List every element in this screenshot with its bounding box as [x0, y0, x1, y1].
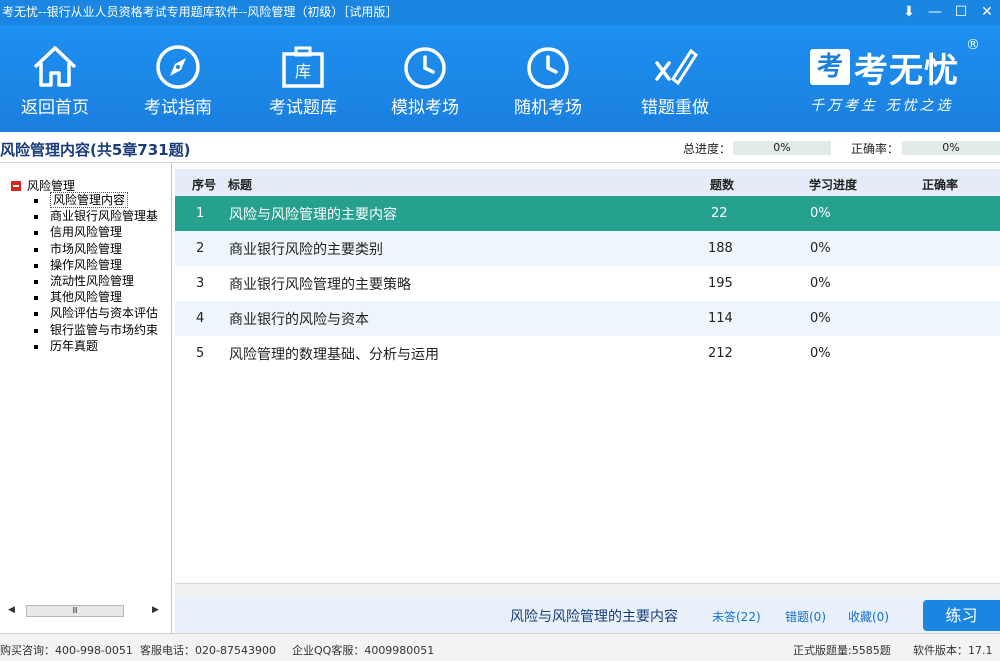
- software-version: 软件版本：17.1: [913, 644, 993, 657]
- mock-exam-button[interactable]: 模拟考场: [370, 25, 480, 132]
- header-progress: 学习进度: [809, 178, 858, 192]
- accuracy-label: 正确率：: [851, 142, 900, 156]
- tree-item[interactable]: 操作风险管理: [34, 257, 158, 273]
- tree-item[interactable]: 商业银行风险管理基: [34, 208, 158, 224]
- table-header: 序号 标题 题数 学习进度 正确率: [175, 169, 1000, 197]
- table-row[interactable]: 2 商业银行风险的主要类别 188 0%: [175, 231, 1000, 266]
- error-redo-button[interactable]: 错题重做: [620, 25, 730, 132]
- question-bank-button[interactable]: 库 考试题库: [248, 25, 358, 132]
- wrong-questions-link[interactable]: 错题(0): [785, 608, 826, 625]
- tree-item-list: 风险管理内容 商业银行风险管理基 信用风险管理 市场风险管理 操作风险管理 流动…: [34, 192, 158, 354]
- brand-logo: 考 考无忧 ® 千万考生 无忧之选: [806, 35, 996, 127]
- tree-item[interactable]: 流动性风险管理: [34, 273, 158, 289]
- question-bank-label: 考试题库: [269, 98, 337, 118]
- table-row[interactable]: 4 商业银行的风险与资本 114 0%: [175, 301, 1000, 336]
- main-toolbar: 返回首页 考试指南 库 考试题库 模拟考场 随机考场 错题重做 考 考无忧 ® …: [0, 25, 1000, 132]
- exam-guide-label: 考试指南: [144, 98, 212, 118]
- total-question-count: 正式版题量:5585题: [793, 644, 891, 657]
- total-progress-bar: 0%: [733, 141, 831, 155]
- home-icon: [33, 46, 77, 87]
- registered-mark: ®: [966, 37, 980, 53]
- home-button[interactable]: 返回首页: [0, 25, 110, 132]
- tree-item[interactable]: 历年真题: [34, 338, 158, 354]
- total-progress-label: 总进度：: [683, 142, 732, 156]
- compass-icon: [156, 45, 200, 89]
- tree-item[interactable]: 市场风险管理: [34, 241, 158, 257]
- close-icon[interactable]: ✕: [974, 0, 1000, 25]
- logo-slogan: 千万考生 无忧之选: [810, 98, 954, 114]
- svg-text:库: 库: [295, 62, 311, 81]
- window-controls: ⬇ — ☐ ✕: [896, 0, 1000, 25]
- header-title: 标题: [228, 178, 253, 192]
- tree-item[interactable]: 风险评估与资本评估: [34, 305, 158, 321]
- logo-mark: 考: [810, 49, 850, 85]
- tree-item[interactable]: 银行监管与市场约束: [34, 322, 158, 338]
- current-section-title: 风险与风险管理的主要内容: [510, 609, 678, 625]
- exam-guide-button[interactable]: 考试指南: [123, 25, 233, 132]
- qq-service: 企业QQ客服：4009980051: [292, 644, 435, 657]
- random-exam-button[interactable]: 随机考场: [493, 25, 603, 132]
- minimize-icon[interactable]: —: [922, 0, 948, 25]
- purchase-hotline: 购买咨询：400-998-0051: [0, 644, 133, 657]
- practice-button[interactable]: 练习: [923, 600, 1000, 631]
- scroll-right-icon[interactable]: ▶: [152, 605, 159, 615]
- table-row[interactable]: 3 商业银行风险管理的主要策略 195 0%: [175, 266, 1000, 301]
- window-title: 考无忧--银行从业人员资格考试专用题库软件--风险管理（初级）［试用版］: [2, 5, 398, 19]
- status-bar: 购买咨询：400-998-0051 客服电话：020-87543900 企业QQ…: [0, 633, 1000, 661]
- unanswered-link[interactable]: 未答(22): [712, 608, 761, 625]
- title-bar: 考无忧--银行从业人员资格考试专用题库软件--风险管理（初级）［试用版］ ⬇ —…: [0, 0, 1000, 25]
- service-phone: 客服电话：020-87543900: [140, 644, 276, 657]
- scroll-thumb[interactable]: Ⅲ: [26, 605, 124, 617]
- tree-item[interactable]: 其他风险管理: [34, 289, 158, 305]
- info-bar: 风险管理内容(共5章731题) 总进度： 0% 正确率： 0%: [0, 132, 1000, 163]
- chapter-table: 序号 标题 题数 学习进度 正确率 1 风险与风险管理的主要内容 22 0% 2…: [175, 163, 1000, 583]
- clock-icon: [404, 47, 446, 89]
- tree-root-label: 风险管理: [27, 179, 76, 193]
- accuracy-bar: 0%: [902, 141, 1000, 155]
- table-row[interactable]: 1 风险与风险管理的主要内容 22 0%: [175, 196, 1000, 231]
- chapter-tree: 风险管理 风险管理内容 商业银行风险管理基 信用风险管理 市场风险管理 操作风险…: [0, 163, 172, 633]
- scroll-left-icon[interactable]: ◀: [8, 605, 15, 615]
- error-redo-icon: [655, 48, 698, 86]
- mock-exam-label: 模拟考场: [391, 98, 459, 118]
- logo-name: 考无忧: [854, 51, 959, 91]
- tree-item[interactable]: 风险管理内容: [34, 192, 158, 208]
- menu-down-icon[interactable]: ⬇: [896, 0, 922, 25]
- favorites-link[interactable]: 收藏(0): [848, 608, 889, 625]
- header-accuracy: 正确率: [922, 178, 959, 192]
- briefcase-icon: 库: [282, 46, 324, 88]
- table-row[interactable]: 5 风险管理的数理基础、分析与运用 212 0%: [175, 336, 1000, 371]
- tree-horizontal-scrollbar[interactable]: ◀ Ⅲ ▶: [6, 603, 164, 619]
- tree-item[interactable]: 信用风险管理: [34, 224, 158, 240]
- app-window: 考无忧--银行从业人员资格考试专用题库软件--风险管理（初级）［试用版］ ⬇ —…: [0, 0, 1000, 661]
- maximize-icon[interactable]: ☐: [948, 0, 974, 25]
- header-seq: 序号: [192, 178, 217, 192]
- action-bar: 风险与风险管理的主要内容 未答(22) 错题(0) 收藏(0) 练习: [175, 598, 1000, 633]
- error-redo-label: 错题重做: [641, 98, 709, 118]
- home-button-label: 返回首页: [21, 98, 89, 118]
- clock-icon: [527, 47, 569, 89]
- collapse-icon[interactable]: [11, 181, 21, 191]
- random-exam-label: 随机考场: [514, 98, 582, 118]
- table-horizontal-scrollbar[interactable]: [175, 583, 1000, 598]
- page-title: 风险管理内容(共5章731题): [0, 141, 191, 159]
- header-count: 题数: [710, 178, 735, 192]
